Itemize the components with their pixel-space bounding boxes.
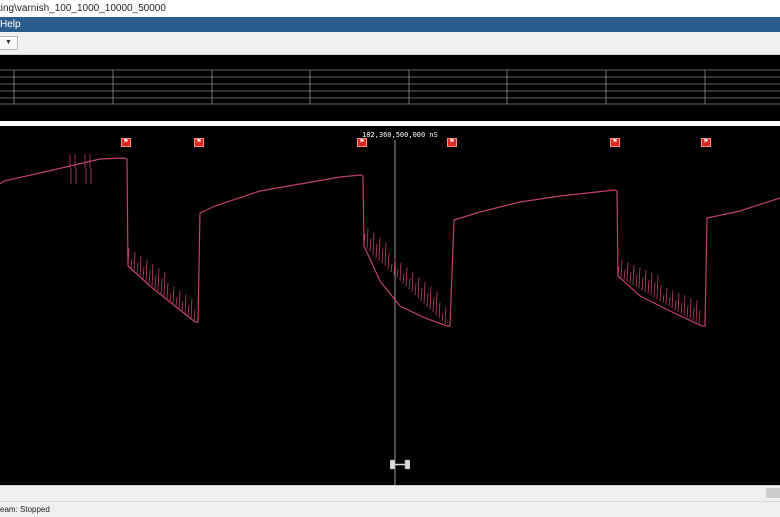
timeline-graph[interactable]: 182,360,500,000 nS ⚑ ⚑ ⚑ ⚑ ⚑ ⚑ bbox=[0, 126, 780, 485]
trace-spikes bbox=[69, 154, 701, 325]
toolbar: ▼ bbox=[0, 32, 780, 55]
cursor-drag-handle[interactable] bbox=[390, 459, 410, 470]
bookmark-icon[interactable]: ⚑ bbox=[194, 138, 204, 147]
bookmark-icon[interactable]: ⚑ bbox=[357, 138, 367, 147]
menu-item-help[interactable]: Help bbox=[0, 17, 23, 32]
window-title: ting\varnish_100_1000_10000_50000 bbox=[0, 3, 166, 14]
status-bar: eam: Stopped bbox=[0, 501, 780, 517]
scrollbar-thumb[interactable] bbox=[766, 488, 780, 498]
cursor-time-label: 182,360,500,000 nS bbox=[362, 131, 438, 139]
overview-panel[interactable] bbox=[0, 55, 780, 121]
overview-grid bbox=[0, 69, 780, 105]
window-title-bar: ting\varnish_100_1000_10000_50000 bbox=[0, 0, 780, 17]
bookmark-icon[interactable]: ⚑ bbox=[610, 138, 620, 147]
bookmark-icon[interactable]: ⚑ bbox=[121, 138, 131, 147]
stream-status: eam: Stopped bbox=[0, 505, 50, 514]
bookmark-icon[interactable]: ⚑ bbox=[701, 138, 711, 147]
toolbar-dropdown[interactable]: ▼ bbox=[0, 36, 18, 50]
menu-bar: Help bbox=[0, 17, 780, 32]
trace-plot bbox=[0, 140, 780, 485]
chevron-down-icon: ▼ bbox=[5, 39, 12, 46]
horizontal-scrollbar[interactable] bbox=[0, 485, 780, 502]
bookmark-icon[interactable]: ⚑ bbox=[447, 138, 457, 147]
